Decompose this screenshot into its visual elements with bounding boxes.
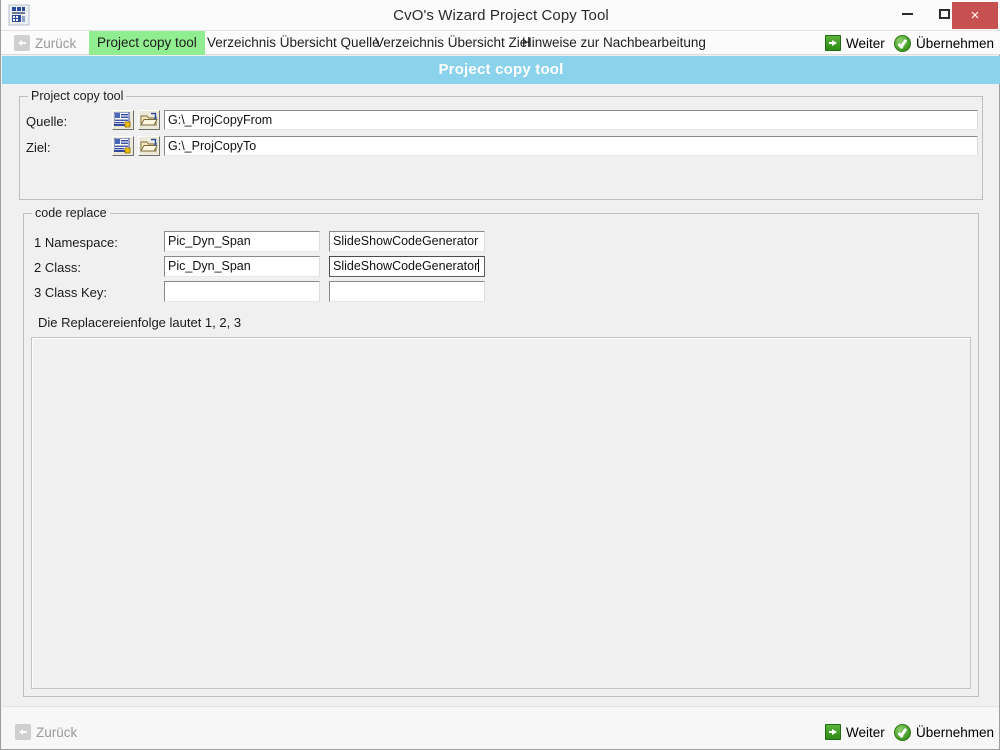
back-button-bottom[interactable]: Zurück	[15, 720, 77, 744]
tab-label: Hinweise zur Nachbearbeitung	[522, 35, 706, 50]
close-button[interactable]: ×	[952, 2, 998, 29]
ziel-path-input[interactable]: G:\_ProjCopyTo	[164, 136, 978, 156]
class-key-search-input[interactable]	[164, 281, 320, 302]
back-button-top[interactable]: Zurück	[14, 31, 76, 55]
next-button-bottom[interactable]: Weiter	[825, 720, 885, 744]
arrow-right-icon	[825, 724, 841, 740]
application-window: CvO's Wizard Project Copy Tool × Zurück …	[0, 0, 1000, 750]
page-title-banner: Project copy tool	[2, 56, 1000, 84]
maximize-icon	[939, 9, 950, 19]
title-bar: CvO's Wizard Project Copy Tool ×	[1, 0, 1000, 31]
replace-order-hint: Die Replacereienfolge lautet 1, 2, 3	[38, 315, 242, 330]
class-label: 2 Class:	[34, 260, 81, 275]
arrow-right-icon	[825, 35, 841, 51]
apply-button-label: Übernehmen	[916, 724, 995, 740]
tab-label: Project copy tool	[97, 35, 197, 50]
class-key-label: 3 Class Key:	[34, 285, 107, 300]
groupbox-legend: code replace	[32, 206, 110, 220]
apply-button-bottom[interactable]: Übernehmen	[894, 720, 994, 744]
apply-button-top[interactable]: Übernehmen	[894, 31, 994, 55]
next-button-label: Weiter	[846, 724, 885, 740]
text-cursor	[478, 259, 480, 272]
browse-list-icon-ziel[interactable]	[112, 136, 134, 156]
back-button-label: Zurück	[36, 724, 78, 740]
minimize-button[interactable]	[889, 0, 926, 28]
namespace-label: 1 Namespace:	[34, 235, 118, 250]
namespace-replace-input[interactable]: SlideShowCodeGenerator	[329, 231, 485, 252]
namespace-replace-value: SlideShowCodeGenerator	[333, 234, 479, 248]
class-key-replace-input[interactable]	[329, 281, 485, 302]
close-icon: ×	[970, 7, 980, 24]
class-search-value: Pic_Dyn_Span	[168, 259, 251, 273]
open-folder-icon-quelle[interactable]	[138, 110, 160, 130]
groupbox-legend: Project copy tool	[28, 89, 127, 103]
next-button-top[interactable]: Weiter	[825, 31, 885, 55]
arrow-left-icon	[15, 724, 31, 740]
quelle-label: Quelle:	[26, 114, 68, 129]
browse-list-icon-quelle[interactable]	[112, 110, 134, 130]
ziel-path-value: G:\_ProjCopyTo	[168, 139, 257, 153]
tab-label: Verzeichnis Übersicht Ziel	[375, 35, 531, 50]
class-replace-value: SlideShowCodeGenerator	[333, 259, 479, 273]
class-replace-input[interactable]: SlideShowCodeGenerator	[329, 256, 485, 277]
tab-verzeichnis-uebersicht-quelle[interactable]: Verzeichnis Übersicht Quelle	[199, 31, 388, 55]
arrow-left-icon	[14, 35, 30, 51]
minimize-icon	[902, 13, 913, 15]
tab-verzeichnis-uebersicht-ziel[interactable]: Verzeichnis Übersicht Ziel	[367, 31, 538, 55]
ziel-label: Ziel:	[26, 140, 51, 155]
project-copy-tool-groupbox: Project copy tool Quelle: G:\_ProjCopyFr…	[19, 89, 983, 200]
quelle-path-input[interactable]: G:\_ProjCopyFrom	[164, 110, 978, 130]
namespace-search-value: Pic_Dyn_Span	[168, 234, 251, 248]
check-circle-icon	[894, 34, 911, 52]
class-search-input[interactable]: Pic_Dyn_Span	[164, 256, 320, 277]
tab-project-copy-tool[interactable]: Project copy tool	[89, 31, 205, 55]
namespace-search-input[interactable]: Pic_Dyn_Span	[164, 231, 320, 252]
tab-bar: Zurück Project copy tool Verzeichnis Übe…	[1, 31, 1000, 55]
tab-hinweise-zur-nachbearbeitung[interactable]: Hinweise zur Nachbearbeitung	[514, 31, 714, 55]
apply-button-label: Übernehmen	[916, 35, 995, 51]
open-folder-icon-ziel[interactable]	[138, 136, 160, 156]
next-button-label: Weiter	[846, 35, 885, 51]
quelle-path-value: G:\_ProjCopyFrom	[168, 113, 273, 127]
tab-label: Verzeichnis Übersicht Quelle	[207, 35, 380, 50]
check-circle-icon	[894, 723, 911, 741]
results-panel	[31, 337, 971, 689]
back-button-label: Zurück	[35, 35, 77, 51]
window-title: CvO's Wizard Project Copy Tool	[393, 7, 609, 24]
bottom-bar: Zurück Weiter Übernehmen	[2, 706, 999, 749]
